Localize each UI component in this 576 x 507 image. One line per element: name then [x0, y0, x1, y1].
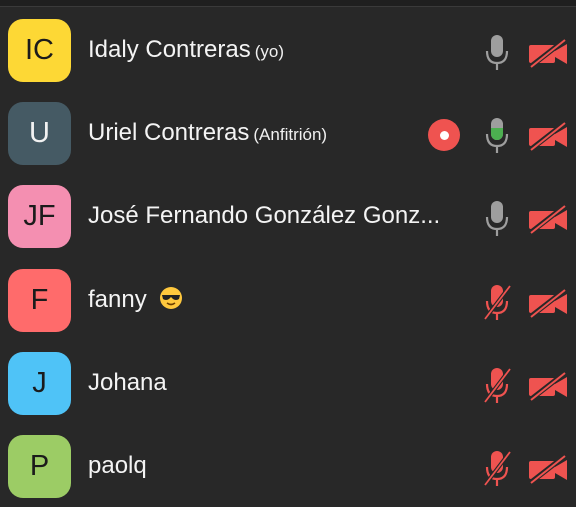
participant-row[interactable]: F fanny — [0, 269, 576, 341]
avatar: J — [8, 352, 71, 415]
avatar-initials: JF — [23, 200, 56, 232]
participant-name-text: José Fernando González Gonz... — [88, 202, 441, 229]
avatar: IC — [8, 19, 71, 82]
avatar-initials: P — [29, 450, 50, 482]
participant-row[interactable]: P paolq — [0, 435, 576, 507]
participant-name-text: Idaly Contreras — [88, 36, 251, 63]
microphone-muted-icon[interactable] — [482, 449, 512, 489]
avatar: F — [8, 269, 71, 332]
top-edge — [0, 0, 576, 7]
video-off-icon[interactable] — [527, 371, 569, 401]
video-off-icon[interactable] — [527, 121, 569, 151]
video-off-icon[interactable] — [527, 454, 569, 484]
participant-row[interactable]: IC Idaly Contreras (yo) — [0, 19, 576, 91]
participant-name-text: fanny — [88, 286, 147, 313]
participant-name-text: paolq — [88, 452, 147, 479]
participant-name: José Fernando González Gonz... — [88, 202, 444, 230]
participant-tag: (Anfitrión) — [253, 125, 328, 144]
avatar-initials: U — [29, 117, 50, 149]
participant-name-text: Johana — [88, 369, 167, 396]
participant-name: fanny — [88, 286, 183, 314]
sunglasses-emoji-icon — [160, 287, 183, 309]
recording-icon — [428, 119, 460, 151]
avatar-initials: J — [32, 367, 47, 399]
avatar: U — [8, 102, 71, 165]
microphone-muted-icon[interactable] — [482, 366, 512, 406]
participant-name-text: Uriel Contreras — [88, 119, 250, 146]
video-off-icon[interactable] — [527, 38, 569, 68]
participant-name: Johana — [88, 369, 167, 397]
video-off-icon[interactable] — [527, 288, 569, 318]
participant-name: Uriel Contreras (Anfitrión) — [88, 119, 327, 147]
participant-row[interactable]: JF José Fernando González Gonz... — [0, 185, 576, 257]
participant-name: Idaly Contreras (yo) — [88, 36, 284, 64]
avatar: JF — [8, 185, 71, 248]
microphone-active-icon[interactable] — [482, 116, 512, 156]
participant-row[interactable]: J Johana — [0, 352, 576, 424]
participant-row[interactable]: U Uriel Contreras (Anfitrión) — [0, 102, 576, 174]
participant-tag: (yo) — [254, 42, 285, 61]
avatar: P — [8, 435, 71, 498]
participant-name: paolq — [88, 452, 147, 480]
avatar-initials: F — [30, 284, 49, 316]
microphone-icon[interactable] — [482, 199, 512, 239]
microphone-icon[interactable] — [482, 33, 512, 73]
video-off-icon[interactable] — [527, 204, 569, 234]
microphone-muted-icon[interactable] — [482, 283, 512, 323]
avatar-initials: IC — [25, 34, 54, 66]
